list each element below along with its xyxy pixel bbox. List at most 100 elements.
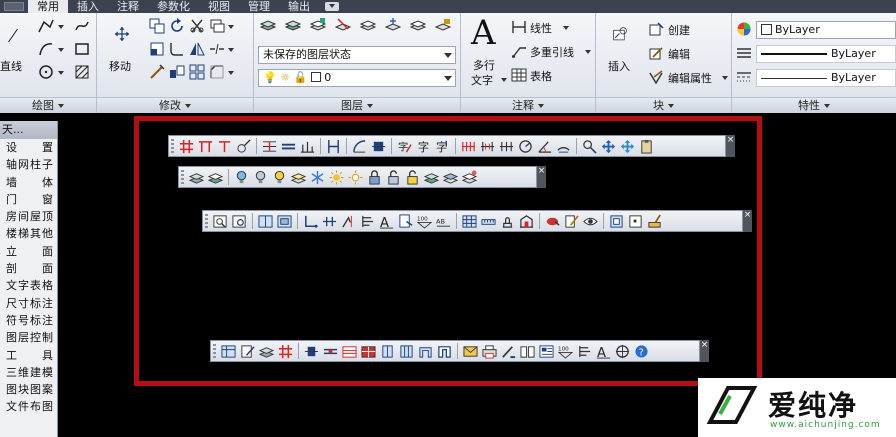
dim-arc-length-icon[interactable] (554, 137, 572, 155)
mtext-icon[interactable]: A (471, 15, 496, 51)
panel-modify-title[interactable]: 修改 (97, 97, 253, 113)
note-pen-icon[interactable] (562, 212, 580, 230)
edit-attributes-label[interactable]: 编辑属性 (668, 70, 712, 86)
palette-item-axis-grid[interactable]: 轴网柱子 (0, 156, 57, 173)
dim-edit-icon[interactable] (580, 137, 598, 155)
dim-baseline-icon[interactable] (298, 137, 316, 155)
text-style-icon[interactable]: AB (434, 212, 452, 230)
tool-window-icon[interactable] (397, 342, 415, 360)
elevation-100-icon[interactable]: 100 (415, 212, 433, 230)
freeze-snowflake-icon[interactable] (308, 168, 326, 186)
view-find-icon[interactable] (230, 212, 248, 230)
window-tile-icon[interactable] (256, 212, 274, 230)
tool-window-red-icon[interactable] (359, 342, 377, 360)
bulb-on-icon[interactable] (232, 168, 250, 186)
section-mark-icon[interactable] (320, 212, 338, 230)
text-multi-icon[interactable]: 字 (433, 137, 451, 155)
double-column-icon[interactable] (196, 137, 214, 155)
arc-icon[interactable] (38, 41, 54, 57)
palette-item-elevation[interactable]: 立 面 (0, 243, 57, 260)
dim-merge-icon[interactable] (478, 137, 496, 155)
lock-yellow-icon[interactable] (403, 168, 421, 186)
layer-isolate-icon[interactable] (310, 17, 326, 33)
text-single-icon[interactable]: 字 (414, 137, 432, 155)
rotate-icon[interactable] (169, 18, 185, 34)
palette-item-block-pattern[interactable]: 图块图案 (0, 381, 57, 398)
layer-stack-icon[interactable] (187, 168, 205, 186)
line-button-label[interactable]: 直线 (0, 58, 22, 74)
panel-draw-title[interactable]: 绘图 (0, 97, 96, 113)
menu-tab-home[interactable]: 常用 (28, 0, 68, 13)
layer-freeze-icon[interactable] (385, 17, 401, 33)
linetype-dropdown[interactable]: ByLayer (756, 69, 896, 87)
layer-lock-icon[interactable] (435, 17, 451, 33)
copy-icon[interactable] (149, 18, 165, 34)
leader-arrow-icon[interactable] (301, 212, 319, 230)
palette-item-settings[interactable]: 设 置 (0, 139, 57, 156)
tool-wall-icon[interactable] (321, 342, 339, 360)
palette-item-file-layout[interactable]: 文件布图 (0, 398, 57, 415)
ribbon-minimize-toggle[interactable] (325, 2, 339, 11)
dim-chain-icon[interactable] (459, 137, 477, 155)
break-icon[interactable] (209, 41, 225, 57)
menu-tab-annotate[interactable]: 注释 (108, 0, 148, 13)
move-button-label[interactable]: 移动 (109, 58, 131, 74)
palette-header[interactable]: 天... (0, 121, 57, 139)
color-dropdown[interactable]: ByLayer (756, 21, 896, 39)
polyline-icon[interactable] (38, 18, 54, 34)
export-doc-icon[interactable] (396, 212, 414, 230)
index-mark-icon[interactable] (358, 212, 376, 230)
rectangle-icon[interactable] (74, 41, 90, 57)
bulb-off-icon[interactable] (251, 168, 269, 186)
linetype-icon[interactable] (736, 69, 752, 85)
panel-layers-title[interactable]: 图层 (254, 97, 460, 113)
palette-item-section[interactable]: 剖 面 (0, 260, 57, 277)
multileader-icon[interactable] (511, 43, 527, 59)
tool-edit-doc-icon[interactable] (238, 342, 256, 360)
grid-red-icon[interactable] (177, 137, 195, 155)
palette-item-stairs[interactable]: 楼梯其他 (0, 225, 57, 242)
circle-icon[interactable] (38, 64, 54, 80)
current-layer-dropdown[interactable]: 💡 ☼ 🔓 0 (258, 69, 456, 87)
tool-crosshair-icon[interactable] (613, 342, 631, 360)
palette-item-door-window[interactable]: 门 窗 (0, 191, 57, 208)
window-cascade-icon[interactable] (275, 212, 293, 230)
scale-icon[interactable] (149, 64, 165, 80)
floating-toolbar-layers[interactable]: × (178, 166, 546, 188)
edit-attributes-icon[interactable] (648, 69, 664, 85)
palette-item-tools[interactable]: 工 具 (0, 347, 57, 364)
tool-layer-stack-icon[interactable] (257, 342, 275, 360)
floating-toolbar-annotation[interactable]: A 100 AB × (202, 210, 752, 232)
hatch-icon[interactable] (74, 64, 90, 80)
floating-toolbar-dimension[interactable]: 字 字 字 × (168, 135, 735, 157)
text-a-icon[interactable]: A (377, 212, 395, 230)
move-cross-icon[interactable] (599, 137, 617, 155)
layout-grid-icon[interactable] (607, 212, 625, 230)
dim-split-icon[interactable] (497, 137, 515, 155)
layer-unlock-icon[interactable]: 🔓 (294, 71, 308, 84)
trim-icon[interactable] (189, 18, 205, 34)
tool-pen-icon[interactable] (499, 342, 517, 360)
layer-state-icon[interactable] (285, 17, 301, 33)
linear-dimension-icon[interactable] (511, 19, 527, 35)
text-edit-icon[interactable]: 字 (395, 137, 413, 155)
tool-table-icon[interactable] (219, 342, 237, 360)
tool-help-icon[interactable]: ? (632, 342, 650, 360)
create-block-label[interactable]: 创建 (668, 22, 690, 38)
brush-icon[interactable] (645, 212, 663, 230)
tool-panel-icon[interactable] (537, 342, 555, 360)
layer-prev-icon[interactable] (460, 168, 478, 186)
stamp-icon[interactable] (498, 212, 516, 230)
palette-item-3d-model[interactable]: 三维建模 (0, 364, 57, 381)
tool-grid-red-icon[interactable] (276, 342, 294, 360)
mirror-icon[interactable] (189, 41, 205, 57)
layer-walk-icon[interactable] (289, 168, 307, 186)
tool-gate-icon[interactable] (435, 342, 453, 360)
palette-item-wall[interactable]: 墙 体 (0, 174, 57, 191)
elevation-mark-icon[interactable] (339, 212, 357, 230)
bulb-yellow-icon[interactable] (270, 168, 288, 186)
layer-state-dropdown[interactable]: 未保存的图层状态 (258, 46, 456, 64)
layer-match-icon[interactable] (335, 17, 351, 33)
table-label[interactable]: 表格 (530, 68, 552, 84)
floating-toolbar-tools[interactable]: 100 A ? × (210, 340, 709, 362)
